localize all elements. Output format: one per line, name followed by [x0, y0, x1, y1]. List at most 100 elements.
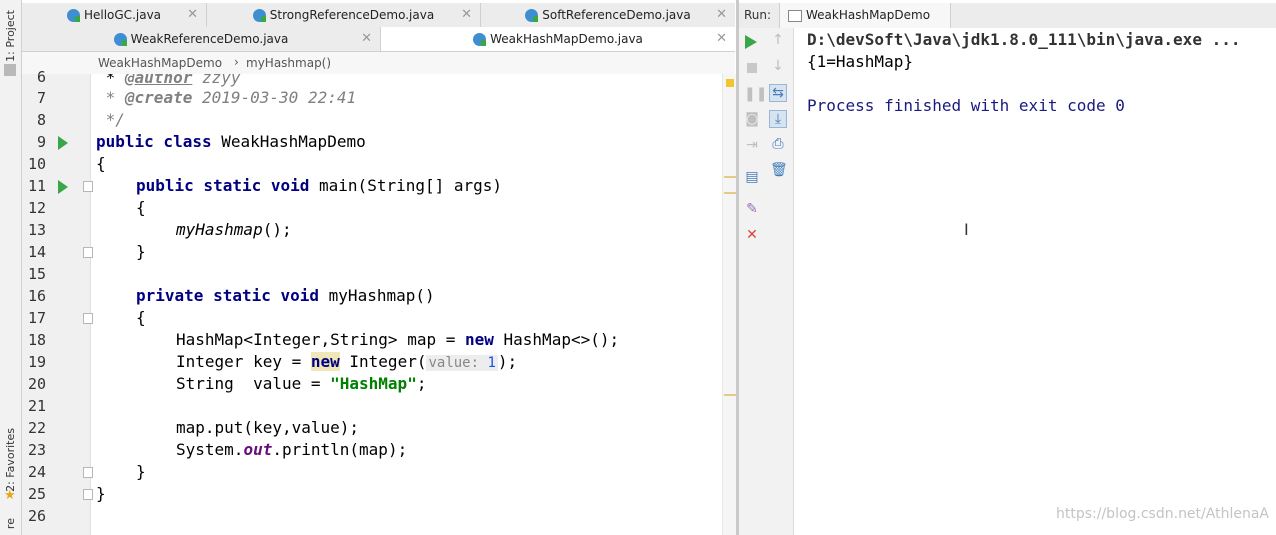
java-class-icon: [525, 8, 539, 22]
tab-label: WeakHashMapDemo.java: [490, 32, 643, 46]
line-number: 8: [36, 111, 46, 129]
line-number: 10: [27, 155, 46, 173]
tab-label: SoftReferenceDemo.java: [542, 8, 691, 22]
pin-icon[interactable]: ✎: [744, 201, 760, 217]
console-output[interactable]: D:\devSoft\Java\jdk1.8.0_111\bin\java.ex…: [794, 28, 1276, 535]
editor-tabs-row-2: WeakReferenceDemo.java ✕ WeakHashMapDemo…: [22, 27, 735, 52]
line-number: 13: [27, 221, 46, 239]
fold-icon[interactable]: [83, 489, 93, 500]
code-line-20: String value = "HashMap";: [176, 374, 427, 393]
code-line-14: }: [136, 242, 146, 261]
breadcrumb: WeakHashMapDemo › myHashmap(): [22, 52, 735, 75]
line-number: 9: [36, 133, 46, 151]
fold-icon[interactable]: [83, 181, 93, 192]
breadcrumb-class[interactable]: WeakHashMapDemo: [98, 56, 222, 70]
run-label: Run:: [744, 8, 772, 22]
editor-scrollbar[interactable]: [722, 74, 737, 535]
tab-label: HelloGC.java: [83, 8, 162, 22]
structure-tool-button[interactable]: re: [4, 518, 17, 529]
print-icon[interactable]: ⎙: [770, 136, 786, 152]
breadcrumb-method[interactable]: myHashmap(): [246, 56, 331, 70]
code-line-17: {: [136, 308, 146, 327]
close-icon[interactable]: ✕: [716, 7, 727, 22]
line-numbers: 6 7 8 9 10 11 12 13 14 15 16 17 18 19 20…: [22, 68, 93, 535]
left-tool-strip: 1: Project 2: Favorites ★ re: [0, 0, 22, 535]
line-number: 22: [27, 419, 46, 437]
run-toolbar-left: ❚❚ ◙ ⇥ ▤ ✎ ✕: [739, 28, 767, 535]
line-number: 20: [27, 375, 46, 393]
run-toolbar-right: ↑ ↓ ⇆ ⤓ ⎙ 🗑: [765, 28, 794, 535]
run-class-icon[interactable]: [57, 136, 69, 150]
code-line-6: * @author zzyy: [96, 74, 241, 87]
watermark: https://blog.csdn.net/AthlenaA: [1056, 506, 1269, 522]
line-number: 17: [27, 309, 46, 327]
close-icon[interactable]: ✕: [361, 31, 372, 46]
line-number: 15: [27, 265, 46, 283]
code-line-11: public static void main(String[] args): [136, 176, 503, 195]
up-arrow-icon[interactable]: ↑: [770, 32, 786, 48]
code-line-24: }: [136, 462, 146, 481]
parameter-hint: value: 1: [426, 355, 498, 371]
run-icon[interactable]: [744, 35, 758, 49]
project-tool-button[interactable]: 1: Project: [4, 10, 17, 62]
java-class-icon: [66, 8, 80, 22]
editor-tabs-row-1: HelloGC.java ✕ StrongReferenceDemo.java …: [22, 3, 735, 28]
run-main-icon[interactable]: [57, 180, 69, 194]
line-number: 25: [27, 485, 46, 503]
line-number: 12: [27, 199, 46, 217]
line-number: 6: [36, 68, 46, 86]
text-cursor-icon: I: [964, 220, 969, 239]
login-icon[interactable]: ⇥: [744, 137, 760, 153]
tab-label: WeakReferenceDemo.java: [130, 32, 289, 46]
code-line-10: {: [96, 154, 106, 173]
code-line-7: * @create 2019-03-30 22:41: [96, 88, 357, 107]
breadcrumb-separator: ›: [234, 55, 239, 69]
java-class-icon: [473, 32, 487, 46]
down-arrow-icon[interactable]: ↓: [770, 58, 786, 74]
code-line-16: private static void myHashmap(): [136, 286, 435, 305]
console-icon: [788, 10, 802, 22]
line-number: 14: [27, 243, 46, 261]
warning-marker-icon[interactable]: [726, 79, 734, 87]
code-line-9: public class WeakHashMapDemo: [96, 132, 366, 151]
line-number: 7: [36, 89, 46, 107]
close-icon[interactable]: ✕: [187, 7, 198, 22]
tab-weakreferencedemo[interactable]: WeakReferenceDemo.java ✕: [22, 27, 381, 51]
favorites-tool-button[interactable]: 2: Favorites: [4, 428, 17, 492]
code-editor[interactable]: * @author zzyy * @create 2019-03-30 22:4…: [91, 74, 724, 535]
code-line-19: Integer key = new Integer(value: 1);: [176, 352, 518, 371]
code-line-18: HashMap<Integer,String> map = new HashMa…: [176, 330, 620, 349]
tab-hellogc[interactable]: HelloGC.java ✕: [22, 3, 207, 27]
run-tab[interactable]: WeakHashMapDemo: [779, 3, 951, 28]
line-number: 16: [27, 287, 46, 305]
scroll-marker[interactable]: [724, 176, 736, 178]
line-number: 24: [27, 463, 46, 481]
line-number: 18: [27, 331, 46, 349]
fold-icon[interactable]: [83, 247, 93, 258]
code-line-25: }: [96, 484, 106, 503]
line-number: 23: [27, 441, 46, 459]
code-line-22: map.put(key,value);: [176, 418, 360, 437]
layout-icon[interactable]: ▤: [744, 169, 760, 185]
stop-icon[interactable]: [747, 63, 757, 73]
line-number: 26: [27, 507, 46, 525]
wrap-icon[interactable]: ⇆: [769, 84, 787, 102]
trash-icon[interactable]: 🗑: [770, 162, 788, 178]
fold-icon[interactable]: [83, 313, 93, 324]
run-panel-header: Run: WeakHashMapDemo: [739, 3, 1276, 29]
tab-weakhashmapdemo[interactable]: WeakHashMapDemo.java ✕: [381, 27, 735, 51]
tab-softreferencedemo[interactable]: SoftReferenceDemo.java ✕: [481, 3, 735, 27]
scroll-marker[interactable]: [724, 394, 736, 396]
scroll-icon[interactable]: ⤓: [769, 110, 787, 128]
run-tab-label: WeakHashMapDemo: [806, 8, 931, 22]
tab-strongreferencedemo[interactable]: StrongReferenceDemo.java ✕: [207, 3, 481, 27]
console-output-line: {1=HashMap}: [807, 52, 913, 71]
fold-icon[interactable]: [83, 467, 93, 478]
scroll-marker[interactable]: [724, 192, 736, 194]
close-icon[interactable]: ✕: [716, 31, 727, 46]
line-number: 21: [27, 397, 46, 415]
close-icon[interactable]: ✕: [744, 227, 760, 243]
close-icon[interactable]: ✕: [461, 7, 472, 22]
camera-icon[interactable]: ◙: [744, 111, 760, 127]
pause-icon[interactable]: ❚❚: [744, 86, 767, 102]
